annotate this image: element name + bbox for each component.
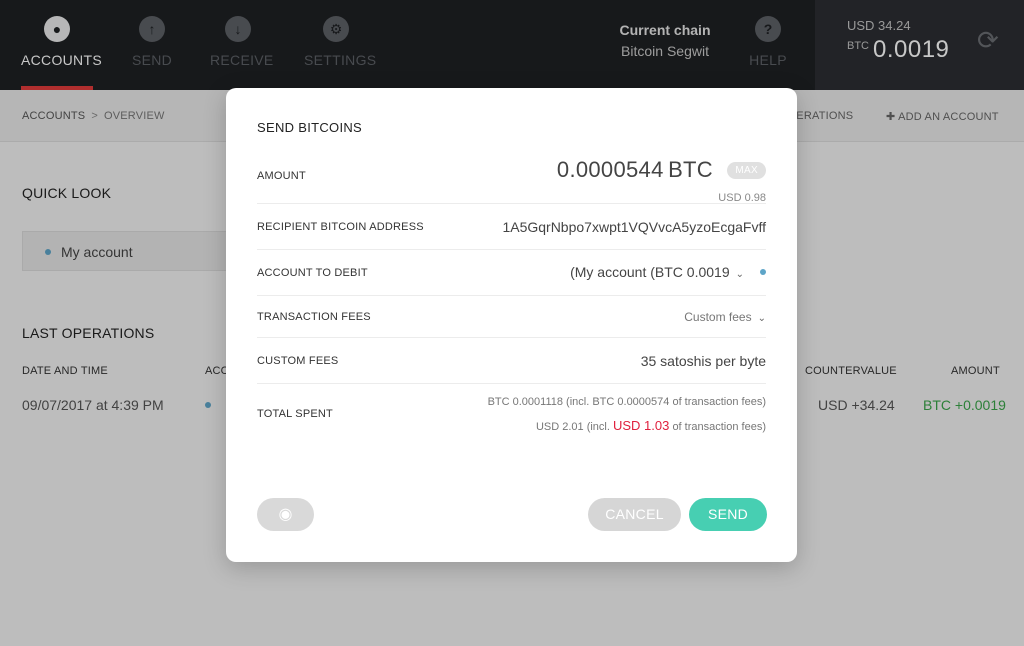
recipient-address-input[interactable]: 1A5GqrNbpo7xwpt1VQVvcA5yzoEcgaFvff xyxy=(502,219,766,235)
amount-unit: BTC xyxy=(668,157,713,182)
custom-fees-row: CUSTOM FEES 35 satoshis per byte xyxy=(257,338,766,384)
custom-fees-input[interactable]: 35 satoshis per byte xyxy=(641,353,766,369)
total-btc: BTC 0.0001118 (incl. BTC 0.0000574 of tr… xyxy=(487,396,766,408)
fees-label: TRANSACTION FEES xyxy=(257,311,371,323)
total-usd-prefix: USD 2.01 (incl. xyxy=(535,421,610,433)
fees-row: TRANSACTION FEES Custom fees ⌄ xyxy=(257,296,766,338)
custom-fees-label: CUSTOM FEES xyxy=(257,355,339,367)
cancel-button[interactable]: CANCEL xyxy=(588,498,681,531)
send-modal: SEND BITCOINS AMOUNT 0.0000544 BTC MAX U… xyxy=(226,88,797,562)
fees-select-value: Custom fees xyxy=(684,310,752,324)
modal-title: SEND BITCOINS xyxy=(257,120,363,135)
recipient-row: RECIPIENT BITCOIN ADDRESS 1A5GqrNbpo7xwp… xyxy=(257,204,766,250)
total-usd: USD 2.01 (incl. USD 1.03 of transaction … xyxy=(536,418,766,433)
chevron-down-icon: ⌄ xyxy=(757,313,766,324)
total-usd-suffix: of transaction fees) xyxy=(672,421,766,433)
max-button[interactable]: MAX xyxy=(727,162,766,179)
amount-usd: USD 0.98 xyxy=(718,192,766,204)
total-row: TOTAL SPENT BTC 0.0001118 (incl. BTC 0.0… xyxy=(257,384,766,444)
debit-label: ACCOUNT TO DEBIT xyxy=(257,267,368,279)
amount-row: AMOUNT 0.0000544 BTC MAX USD 0.98 xyxy=(257,154,766,204)
total-usd-fee: USD 1.03 xyxy=(613,418,670,433)
total-label: TOTAL SPENT xyxy=(257,408,333,420)
debit-row: ACCOUNT TO DEBIT (My account (BTC 0.0019… xyxy=(257,250,766,296)
recipient-label: RECIPIENT BITCOIN ADDRESS xyxy=(257,221,424,233)
amount-label: AMOUNT xyxy=(257,170,306,182)
amount-field[interactable]: 0.0000544 BTC MAX xyxy=(557,157,766,183)
chevron-down-icon: ⌄ xyxy=(735,269,744,280)
fees-select[interactable]: Custom fees ⌄ xyxy=(684,310,766,324)
account-select[interactable]: (My account (BTC 0.0019 ⌄ xyxy=(570,264,766,280)
amount-value[interactable]: 0.0000544 xyxy=(557,157,664,182)
camera-icon: ◉ xyxy=(278,506,293,523)
account-select-value: (My account (BTC 0.0019 xyxy=(570,264,730,280)
account-color-dot xyxy=(760,269,766,275)
camera-button[interactable]: ◉ xyxy=(257,498,314,531)
send-button[interactable]: SEND xyxy=(689,498,767,531)
